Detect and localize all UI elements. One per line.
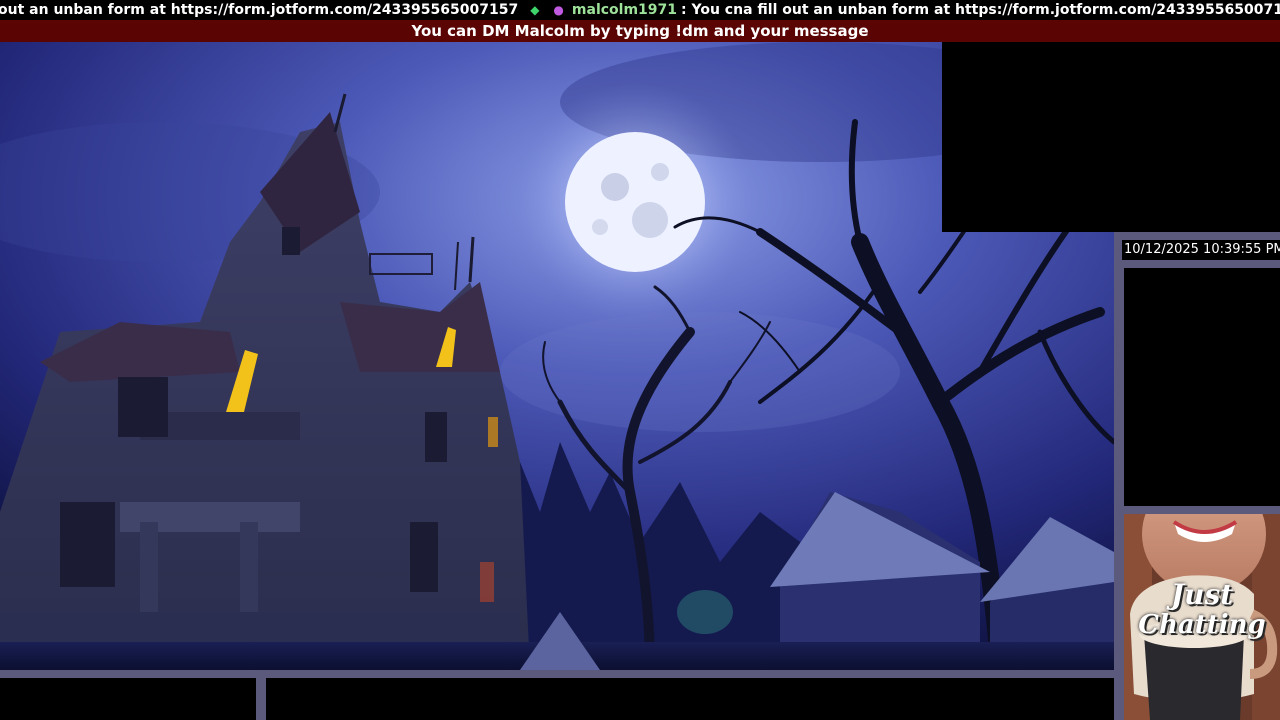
ticker-prev-message: out an unban form at https://form.jotfor… — [0, 2, 519, 18]
category-title-line1: Just — [1170, 578, 1234, 611]
timestamp: 10/12/2025 10:39:55 PM — [1122, 240, 1280, 260]
category-title-line2: Chatting — [1138, 610, 1266, 640]
chat-ticker: out an unban form at https://form.jotfor… — [0, 0, 1280, 20]
moon — [565, 132, 705, 272]
webcam-panel-right — [1124, 268, 1280, 506]
category-card: Just Chatting — [1124, 514, 1280, 720]
bottom-panel-right — [266, 678, 1114, 720]
gem-icon: ◆ — [530, 3, 540, 17]
microphone-icon: ● — [553, 3, 564, 17]
chat-message: : You cna fill out an unban form at http… — [681, 2, 1280, 18]
chat-username: malcolm1971 — [571, 2, 678, 18]
bottom-panel-left — [0, 678, 256, 720]
webcam-panel-top — [942, 42, 1280, 232]
dm-banner: You can DM Malcolm by typing !dm and you… — [0, 20, 1280, 42]
